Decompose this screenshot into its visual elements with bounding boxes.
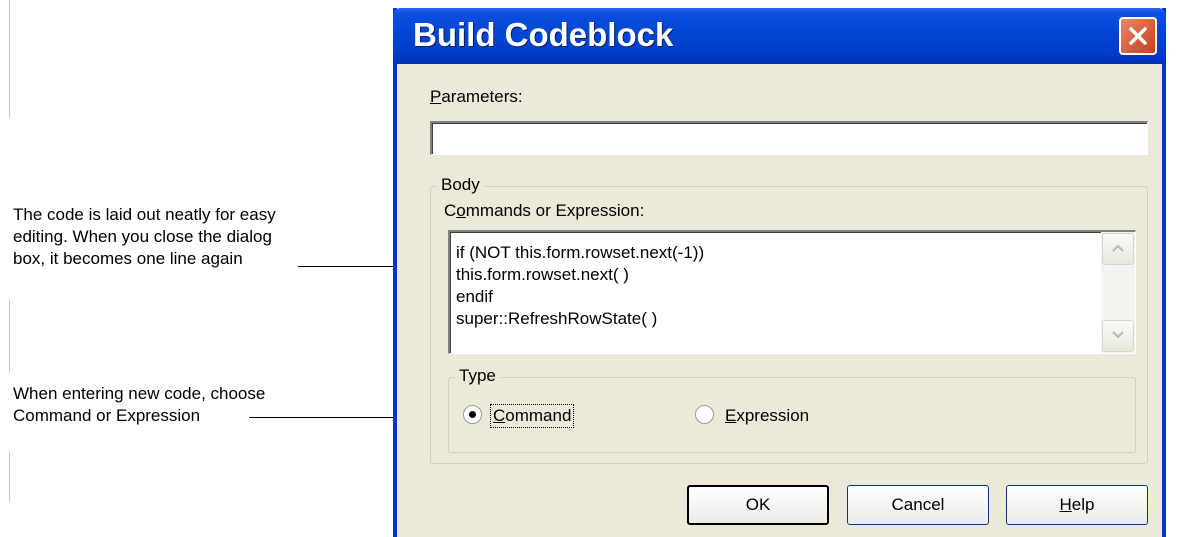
margin-rule-bottom bbox=[9, 452, 10, 502]
command-radio[interactable] bbox=[463, 405, 482, 424]
code-line: if (NOT this.form.rowset.next(-1)) bbox=[456, 243, 705, 262]
commands-label-text: mmands or Expression: bbox=[465, 201, 645, 220]
help-button-label: Help bbox=[1060, 495, 1095, 515]
help-accel: H bbox=[1059, 495, 1072, 514]
ok-button[interactable]: OK bbox=[687, 485, 829, 525]
body-group-label: Body bbox=[437, 175, 484, 195]
code-layout-note-line: The code is laid out neatly for easy bbox=[13, 205, 276, 224]
commands-label-pre: C bbox=[444, 201, 457, 220]
command-label-text: ommand bbox=[505, 406, 572, 425]
scroll-up-button[interactable] bbox=[1102, 233, 1134, 265]
chevron-up-icon bbox=[1111, 240, 1125, 258]
help-label-text: elp bbox=[1071, 495, 1095, 514]
expression-radio-label[interactable]: Expression bbox=[725, 405, 809, 427]
code-lines: if (NOT this.form.rowset.next(-1)) this.… bbox=[456, 242, 704, 330]
code-body-textarea[interactable]: if (NOT this.form.rowset.next(-1)) this.… bbox=[448, 230, 1136, 354]
code-line: endif bbox=[456, 287, 493, 306]
code-line: super::RefreshRowState( ) bbox=[456, 309, 658, 328]
commands-label-accel: o bbox=[456, 201, 466, 220]
cancel-button-label: Cancel bbox=[891, 495, 945, 514]
code-layout-note-line: box, it becomes one line again bbox=[13, 249, 243, 268]
parameters-label-text: arameters: bbox=[441, 87, 523, 106]
close-button[interactable] bbox=[1119, 17, 1157, 55]
parameters-input[interactable] bbox=[430, 121, 1148, 155]
chevron-down-icon bbox=[1111, 327, 1125, 345]
close-icon bbox=[1127, 25, 1149, 47]
ok-button-label: OK bbox=[745, 495, 771, 514]
vertical-scrollbar[interactable] bbox=[1101, 232, 1135, 353]
help-button[interactable]: Help bbox=[1006, 485, 1148, 525]
type-choice-note-line: When entering new code, choose bbox=[13, 384, 266, 403]
code-line: this.form.rowset.next( ) bbox=[456, 265, 629, 284]
cancel-button[interactable]: Cancel bbox=[847, 485, 989, 525]
command-accel: C bbox=[493, 406, 506, 425]
type-choice-note: When entering new code, choose Command o… bbox=[13, 383, 265, 427]
commands-label: Commands or Expression: bbox=[444, 201, 644, 221]
margin-rule-middle bbox=[9, 300, 10, 372]
parameters-label-accel: P bbox=[430, 87, 442, 106]
title-bar[interactable]: Build Codeblock bbox=[393, 8, 1166, 64]
type-choice-note-line: Command or Expression bbox=[13, 406, 201, 425]
parameters-label: Parameters: bbox=[430, 87, 523, 107]
margin-rule-top bbox=[9, 0, 10, 118]
expression-label-text: xpression bbox=[736, 406, 810, 425]
type-group-label: Type bbox=[455, 366, 500, 386]
expression-accel: E bbox=[725, 406, 737, 425]
code-layout-note-line: editing. When you close the dialog bbox=[13, 227, 272, 246]
scroll-down-button[interactable] bbox=[1102, 320, 1134, 352]
code-layout-note: The code is laid out neatly for easy edi… bbox=[13, 204, 276, 270]
build-codeblock-dialog: Build Codeblock Parameters: Body Command… bbox=[393, 8, 1166, 537]
command-radio-label[interactable]: Command bbox=[490, 404, 575, 428]
expression-radio[interactable] bbox=[695, 405, 714, 424]
dialog-title: Build Codeblock bbox=[413, 16, 674, 53]
